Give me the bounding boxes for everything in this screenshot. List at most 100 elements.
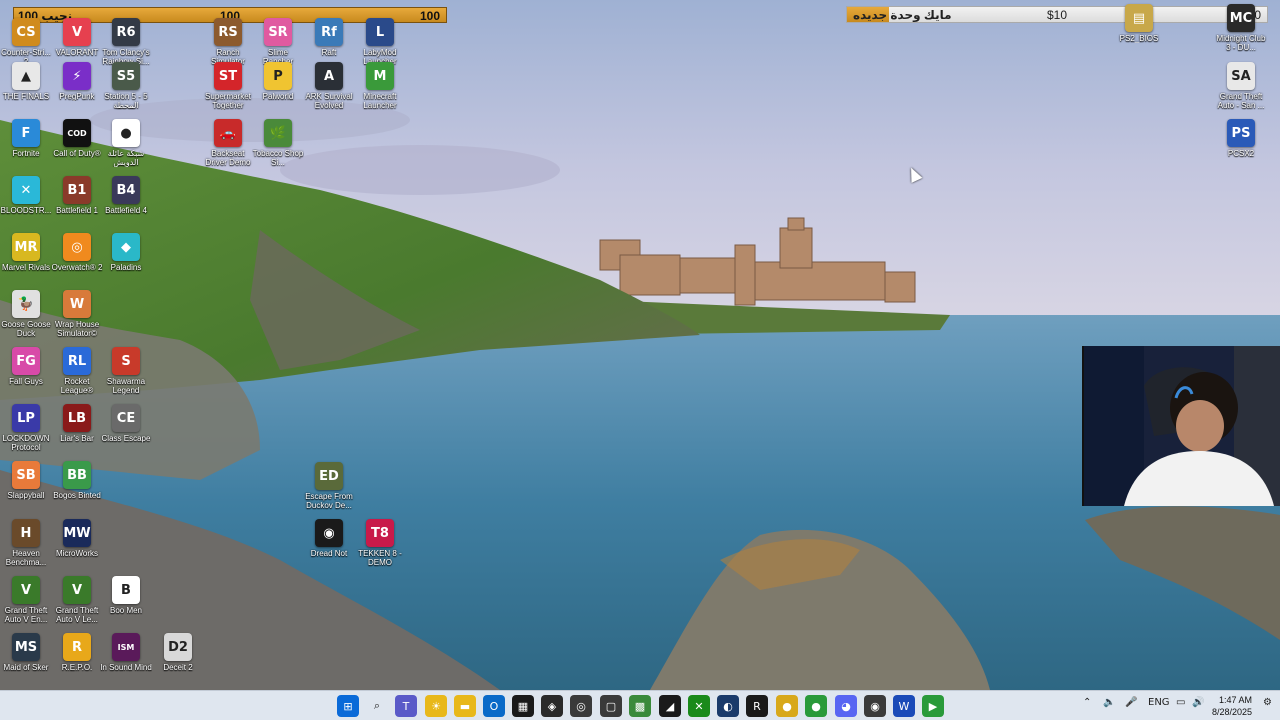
desktop-icon-deceit-2[interactable]: D2 Deceit 2 [152,633,204,672]
network-icon[interactable]: ▭ [1176,697,1185,708]
taskbar-discord-icon[interactable]: ◕ [835,695,857,717]
taskbar-outlook-icon[interactable]: O [483,695,505,717]
desktop-icon-label: Palworld [262,92,294,101]
desktop-icon-class-escape[interactable]: CE Class Escape [100,404,152,443]
desktop-icon-slappyball[interactable]: SB Slappyball [0,461,52,500]
desktop-icon-liars-bar[interactable]: LB Liar's Bar [51,404,103,443]
taskbar-ea-app-icon[interactable]: ◎ [570,695,592,717]
taskbar-minecraft-tb-icon[interactable]: ▩ [629,695,651,717]
desktop-icon-ps2-bios[interactable]: ▤ PS2_BIOS [1113,4,1165,43]
desktop-icon-label: TEKKEN 8 - DEMO [358,549,402,567]
desktop-icon-station-5[interactable]: S5 Station 5 - 5 المحطة [100,62,152,110]
taskbar-xbox-icon[interactable]: ✕ [688,695,710,717]
desktop-icon-gta-v-2[interactable]: V Grand Theft Auto V Le... [51,576,103,624]
desktop-icon-lockdown[interactable]: LP LOCKDOWN Protocol [0,404,52,452]
taskbar-rockstar-icon[interactable]: R [746,695,768,717]
volume-icon[interactable]: 🔈 [1103,697,1115,708]
taskbar-cursor-app-icon[interactable]: ◢ [659,695,681,717]
backseat-driver-icon: 🚗 [214,119,242,147]
desktop-icon-pcsx2[interactable]: PS PCSX2 [1215,119,1267,158]
supermarket-icon: ST [214,62,242,90]
heaven-bench-icon: H [12,519,40,547]
desktop-icon-label: Grand Theft Auto V En... [4,606,48,624]
taskbar-chrome-2-icon[interactable]: ● [805,695,827,717]
taskbar-obs-icon[interactable]: ◉ [864,695,886,717]
labymod-icon: L [366,18,394,46]
taskbar-epic-icon[interactable]: ◈ [541,695,563,717]
desktop-icon-in-sound-mind[interactable]: ISM In Sound Mind [100,633,152,672]
desktop-icon-label: Grand Theft Auto - San ... [1217,92,1265,110]
desktop-icon-ark[interactable]: A ARK Survival Evolved [303,62,355,110]
desktop-icon-gta-v-1[interactable]: V Grand Theft Auto V En... [0,576,52,624]
taskbar-teams-icon[interactable]: T [395,695,417,717]
liars-bar-icon: LB [63,404,91,432]
desktop-icon-wrap-house[interactable]: W Wrap House Simulator© [51,290,103,338]
desktop-icon-tobacco-shop[interactable]: 🌿 Tobacco Shop Si... [252,119,304,167]
goal-bar-right: 100 [419,9,440,23]
desktop-icon-battlefield-4[interactable]: B4 Battlefield 4 [100,176,152,215]
desktop-icon-pregpunk[interactable]: ⚡ PregPunk [51,62,103,101]
desktop-icon-bloodstrike[interactable]: ✕ BLOODSTR... [0,176,52,215]
desktop-icon-raft[interactable]: Rf Raft [303,18,355,57]
desktop-icon-palworld[interactable]: P Palworld [252,62,304,101]
desktop-icon-rainbow-six[interactable]: R6Tom Clancy's Rainbow Si... [100,18,152,66]
taskbar-steam-icon[interactable]: ◐ [717,695,739,717]
desktop-icon-gta-sa[interactable]: SA Grand Theft Auto - San ... [1215,62,1267,110]
desktop-icon-maid-of-sker[interactable]: MS Maid of Sker [0,633,52,672]
desktop-icon-cod[interactable]: COD Call of Duty® [51,119,103,158]
desktop-icon-slime-rancher[interactable]: SRSlime Rancher [252,18,304,66]
microphone-icon[interactable]: 🎤 [1125,697,1137,708]
desktop-icon-fortnite[interactable]: F Fortnite [0,119,52,158]
rainbow-six-icon: R6 [112,18,140,46]
taskbar-start-icon[interactable]: ⊞ [337,695,359,717]
show-hidden-icons-chevron-icon[interactable]: ⌃ [1083,697,1091,708]
taskbar-app-blue-icon[interactable]: W [893,695,915,717]
taskbar-app-green-icon[interactable]: ▶ [922,695,944,717]
desktop-icon-backseat-driver[interactable]: 🚗 Backseat Driver Demo [202,119,254,167]
taskbar-chrome-1-icon[interactable]: ● [776,695,798,717]
desktop-icon-the-finals[interactable]: ▲ THE FINALS [0,62,52,101]
pregpunk-icon: ⚡ [63,62,91,90]
ps2-bios-icon: ▤ [1125,4,1153,32]
taskbar-file-explorer-icon[interactable]: ▬ [454,695,476,717]
desktop-icon-heaven-bench[interactable]: H Heaven Benchma... [0,519,52,567]
speaker-icon[interactable]: 🔊 [1192,697,1204,708]
taskbar-notepad-icon[interactable]: ▢ [600,695,622,717]
desktop-icon-supermarket[interactable]: ST Supermarket Together [202,62,254,110]
desktop-icon-minecraft[interactable]: M Minecraft Launcher [354,62,406,110]
desktop-icon-shawarma[interactable]: S Shawarma Legend [100,347,152,395]
desktop-icon-label: Bogos Binted [53,491,101,500]
taskbar-store-icon[interactable]: ▦ [512,695,534,717]
desktop-icon-escape-duckov[interactable]: ED Escape From Duckov De... [303,462,355,510]
desktop-icon-counter-strike[interactable]: CSCounter-Stri... 2 [0,18,52,66]
desktop-icon-midnight-club[interactable]: MC Midnight Club 3 - DU... [1215,4,1267,52]
gta-sa-icon: SA [1227,62,1255,90]
desktop-icon-dread-not[interactable]: ◉ Dread Not [303,519,355,558]
language-indicator[interactable]: ENG [1148,697,1170,708]
desktop-icon-marvel-rivals[interactable]: MR Marvel Rivals [0,233,52,272]
tekken-icon: T8 [366,519,394,547]
desktop-icon-goose[interactable]: 🦆 Goose Goose Duck [0,290,52,338]
desktop-icon-labymod[interactable]: LLabyMod Launcher [354,18,406,66]
desktop-icon-boo-men[interactable]: B Boo Men [100,576,152,615]
desktop-icon-valorant[interactable]: V VALORANT [51,18,103,57]
taskbar-search-icon[interactable]: ⌕ [366,695,388,717]
taskbar-widgets-icon[interactable]: ☀ [425,695,447,717]
desktop-icon-label: شبكة عائلة الدويش [107,149,145,167]
desktop-icon-overwatch[interactable]: ◎ Overwatch® 2 [51,233,103,272]
desktop-icon-battlefield-1[interactable]: B1 Battlefield 1 [51,176,103,215]
desktop-icon-microworks[interactable]: MW MicroWorks [51,519,103,558]
desktop-icon-tekken[interactable]: T8 TEKKEN 8 - DEMO [354,519,406,567]
notification-bell-icon[interactable]: ⚙ [1263,697,1272,708]
desktop-icon-label: THE FINALS [2,92,50,101]
desktop-icon-chrome-shortcut[interactable]: ● شبكة عائلة الدويش [100,119,152,167]
boo-men-icon: B [112,576,140,604]
desktop-icon-rocket-league[interactable]: RL Rocket League® [51,347,103,395]
desktop-icon-ranch-simulator[interactable]: RSRanch Simulator [202,18,254,66]
desktop-icon-bogos-binted[interactable]: BB Bogos Binted [51,461,103,500]
desktop-icon-fall-guys[interactable]: FG Fall Guys [0,347,52,386]
desktop-icon-paladins[interactable]: ◆ Paladins [100,233,152,272]
desktop-icon-label: R.E.P.O. [61,663,93,672]
system-clock[interactable]: 1:47 AM 8/28/2025 [1212,694,1252,718]
desktop-icon-repo[interactable]: R R.E.P.O. [51,633,103,672]
